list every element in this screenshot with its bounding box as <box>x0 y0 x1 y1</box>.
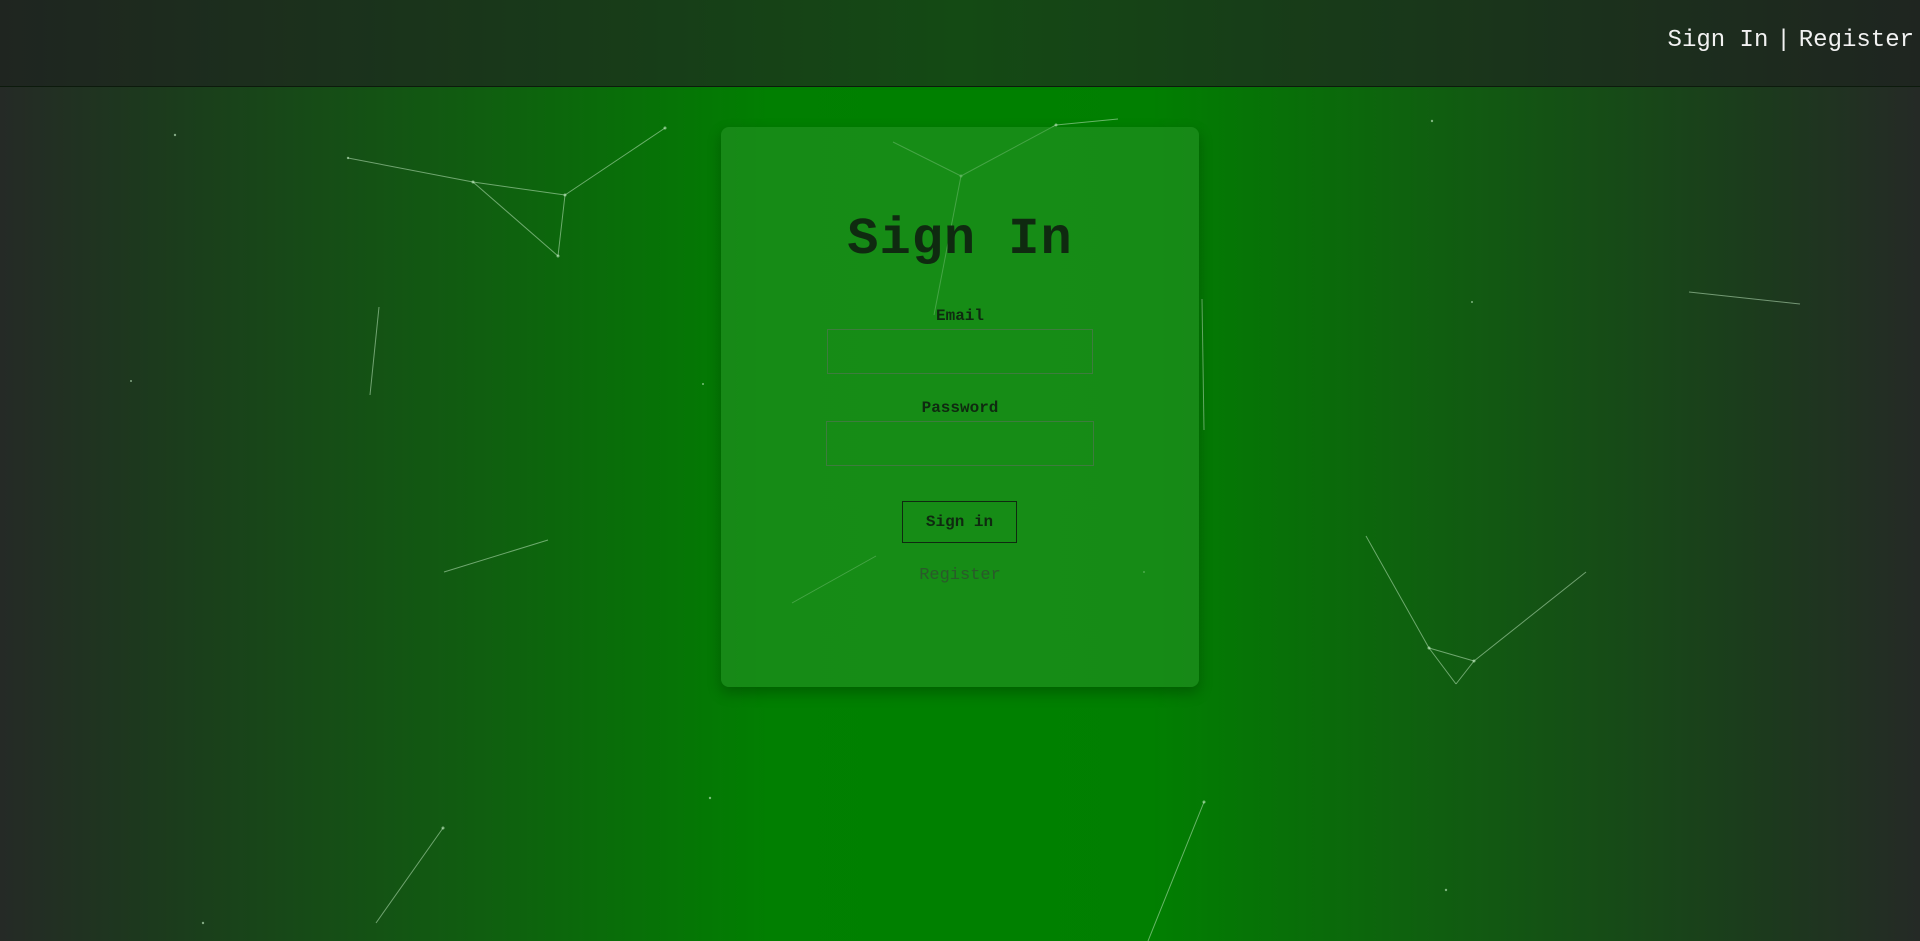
sign-in-card: Sign In Email Password Sign in Register <box>721 127 1199 687</box>
page-title: Sign In <box>847 210 1073 269</box>
sign-in-button[interactable]: Sign in <box>902 501 1017 543</box>
top-navigation-bar: Sign In | Register <box>0 0 1920 87</box>
register-link[interactable]: Register <box>721 566 1199 585</box>
nav-register-link[interactable]: Register <box>1799 27 1914 54</box>
email-field[interactable] <box>827 329 1093 374</box>
password-field[interactable] <box>826 421 1094 466</box>
auth-links: Sign In | Register <box>1668 27 1914 54</box>
password-label: Password <box>921 399 999 417</box>
nav-separator: | <box>1776 27 1791 54</box>
email-label: Email <box>935 307 984 325</box>
nav-sign-in-link[interactable]: Sign In <box>1668 27 1769 54</box>
